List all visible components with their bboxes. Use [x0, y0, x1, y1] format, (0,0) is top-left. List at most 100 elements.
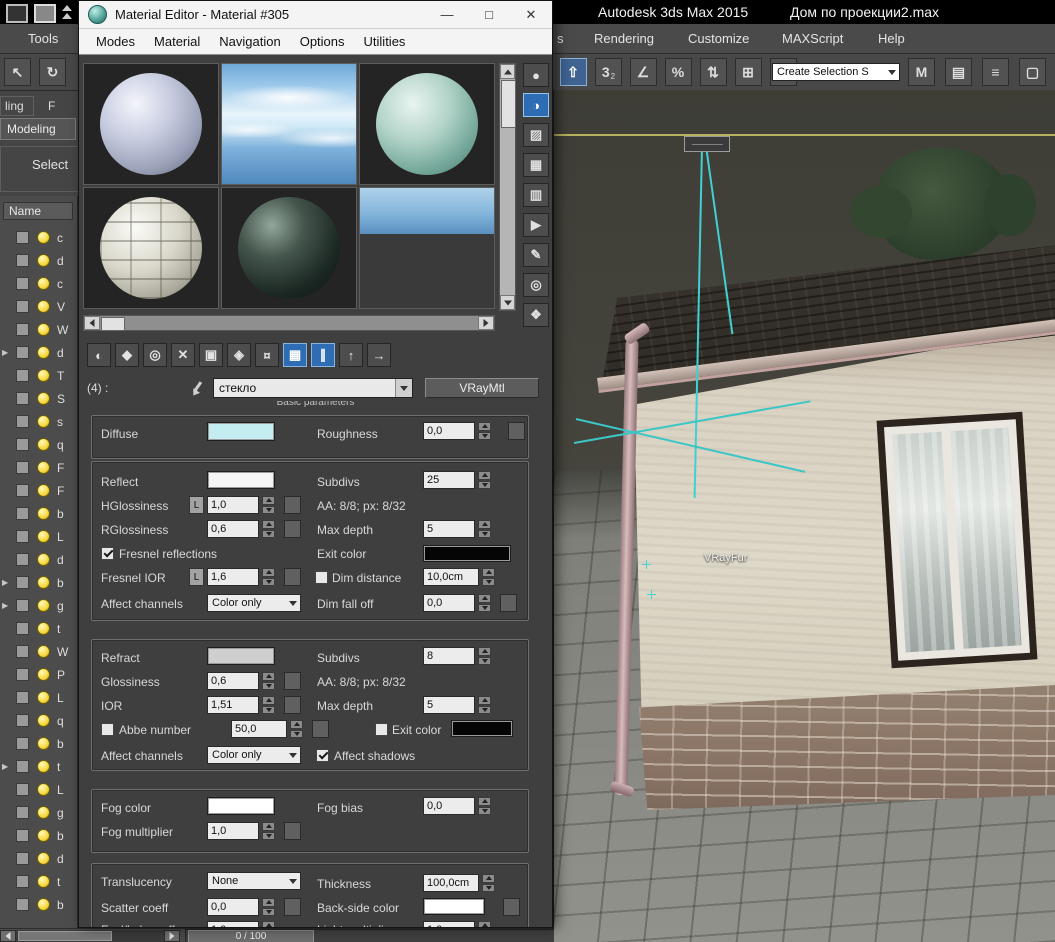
scene-layer-row[interactable]: c — [0, 226, 77, 249]
diffuse-color-swatch[interactable] — [207, 422, 275, 441]
scene-layer-row[interactable]: ▶ t — [0, 755, 77, 778]
scene-layer-row[interactable]: d — [0, 847, 77, 870]
scene-layer-row[interactable]: g — [0, 801, 77, 824]
reflect-affect-channels-dropdown[interactable]: Color only — [207, 594, 301, 612]
scene-layer-row[interactable]: d — [0, 249, 77, 272]
visibility-bulb-icon[interactable] — [37, 530, 50, 543]
scene-layer-row[interactable]: c — [0, 272, 77, 295]
refract-glossiness-map-button[interactable] — [284, 672, 301, 690]
visibility-bulb-icon[interactable] — [37, 576, 50, 589]
fresnel-ior-spinner[interactable] — [262, 568, 275, 586]
named-selection-field[interactable]: Create Selection S — [772, 63, 900, 81]
material-type-button[interactable]: VRayMtl — [425, 378, 539, 398]
scroll-track[interactable] — [16, 930, 164, 942]
select-and-link-icon[interactable]: ↖ — [4, 58, 31, 86]
dim-distance-checkbox[interactable] — [315, 571, 328, 584]
fresnel-ior-input[interactable]: 1,6 — [207, 568, 259, 586]
fog-bias-input[interactable]: 0,0 — [423, 797, 475, 815]
hscroll-thumb[interactable] — [101, 317, 125, 331]
go-forward-to-sibling-icon[interactable]: → — [367, 343, 391, 367]
hglossiness-map-button[interactable] — [284, 496, 301, 514]
abbe-spinner[interactable] — [290, 720, 303, 738]
scroll-down-icon[interactable] — [500, 295, 515, 310]
menu-material[interactable]: Material — [154, 34, 200, 49]
visibility-bulb-icon[interactable] — [37, 875, 50, 888]
visibility-bulb-icon[interactable] — [37, 277, 50, 290]
reflect-maxdepth-spinner[interactable] — [478, 520, 491, 538]
select-by-material-icon[interactable]: ◎ — [523, 273, 549, 297]
close-button[interactable]: ✕ — [510, 7, 552, 23]
name-column-header[interactable]: Name — [3, 202, 73, 220]
material-map-navigator-icon[interactable]: ❖ — [523, 303, 549, 327]
layout-switch2-icon[interactable] — [62, 13, 72, 19]
menu-rendering[interactable]: Rendering — [594, 31, 654, 46]
roughness-input[interactable]: 0,0 — [423, 422, 475, 440]
visibility-bulb-icon[interactable] — [37, 760, 50, 773]
background-icon[interactable]: ▨ — [523, 123, 549, 147]
scene-layer-row[interactable]: q — [0, 709, 77, 732]
fog-multiplier-spinner[interactable] — [262, 822, 275, 840]
sample-slot-4[interactable] — [83, 187, 219, 309]
show-end-result-icon[interactable]: ∥ — [311, 343, 335, 367]
ior-input[interactable]: 1,51 — [207, 696, 259, 714]
menu-modes[interactable]: Modes — [96, 34, 135, 49]
sample-slot-5[interactable] — [221, 187, 357, 309]
ribbon-tab-modeling[interactable]: Modeling — [0, 118, 76, 140]
visibility-bulb-icon[interactable] — [37, 346, 50, 359]
scene-layer-row[interactable]: V — [0, 295, 77, 318]
visibility-bulb-icon[interactable] — [37, 231, 50, 244]
scroll-up-icon[interactable] — [500, 64, 515, 79]
snaps-toggle-icon[interactable]: 32 — [595, 58, 622, 86]
expand-arrow-icon[interactable]: ▶ — [0, 348, 12, 357]
visibility-bulb-icon[interactable] — [37, 622, 50, 635]
scene-layer-row[interactable]: ▶ b — [0, 571, 77, 594]
spinner-snap-icon[interactable]: ⇅ — [700, 58, 727, 86]
fog-multiplier-map-button[interactable] — [284, 822, 301, 840]
scene-layer-row[interactable]: t — [0, 617, 77, 640]
expand-arrow-icon[interactable]: ▶ — [0, 601, 12, 610]
visibility-bulb-icon[interactable] — [37, 369, 50, 382]
percent-snap-icon[interactable]: % — [665, 58, 692, 86]
visibility-bulb-icon[interactable] — [37, 300, 50, 313]
light-multiplier-spinner[interactable] — [478, 921, 491, 927]
ribbon-tab-partial[interactable]: ling — [0, 96, 34, 116]
dim-distance-input[interactable]: 10,0cm — [423, 568, 479, 586]
workspaces-icon[interactable] — [6, 4, 28, 23]
dim-falloff-map-button[interactable] — [500, 594, 517, 612]
roughness-map-button[interactable] — [508, 422, 525, 440]
scene-layer-row[interactable]: ▶ g — [0, 594, 77, 617]
reset-map-icon[interactable]: ✕ — [171, 343, 195, 367]
fog-multiplier-input[interactable]: 1,0 — [207, 822, 259, 840]
refract-maxdepth-input[interactable]: 5 — [423, 696, 475, 714]
fresnel-ior-map-button[interactable] — [284, 568, 301, 586]
minimize-button[interactable]: — — [426, 7, 468, 22]
dim-distance-spinner[interactable] — [482, 568, 495, 586]
visibility-bulb-icon[interactable] — [37, 392, 50, 405]
maximize-button[interactable]: □ — [468, 7, 510, 22]
sample-slot-2[interactable] — [221, 63, 357, 185]
visibility-bulb-icon[interactable] — [37, 553, 50, 566]
schematic-view-icon[interactable]: ▢ — [1019, 58, 1046, 86]
refract-glossiness-spinner[interactable] — [262, 672, 275, 690]
visibility-bulb-icon[interactable] — [37, 415, 50, 428]
options-icon[interactable]: ✎ — [523, 243, 549, 267]
fwd-coeff-spinner[interactable] — [262, 921, 275, 927]
scene-layer-row[interactable]: s — [0, 410, 77, 433]
time-slider-thumb[interactable]: 0 / 100 — [188, 930, 314, 942]
scroll-left-icon[interactable] — [0, 930, 16, 942]
scene-layer-row[interactable]: ▶ d — [0, 341, 77, 364]
put-material-to-scene-icon[interactable]: ◆ — [115, 343, 139, 367]
visibility-bulb-icon[interactable] — [37, 461, 50, 474]
fwd-coeff-input[interactable]: 1,0 — [207, 921, 259, 927]
visibility-bulb-icon[interactable] — [37, 806, 50, 819]
scene-layer-row[interactable]: W — [0, 640, 77, 663]
refract-color-swatch[interactable] — [207, 647, 275, 665]
menu-maxscript[interactable]: MAXScript — [782, 31, 843, 46]
scene-layer-row[interactable]: L — [0, 686, 77, 709]
rglossiness-map-button[interactable] — [284, 520, 301, 538]
reflect-maxdepth-input[interactable]: 5 — [423, 520, 475, 538]
ior-map-button[interactable] — [284, 696, 301, 714]
visibility-bulb-icon[interactable] — [37, 691, 50, 704]
translucency-dropdown[interactable]: None — [207, 872, 301, 890]
hscroll-left-icon[interactable] — [84, 316, 100, 330]
